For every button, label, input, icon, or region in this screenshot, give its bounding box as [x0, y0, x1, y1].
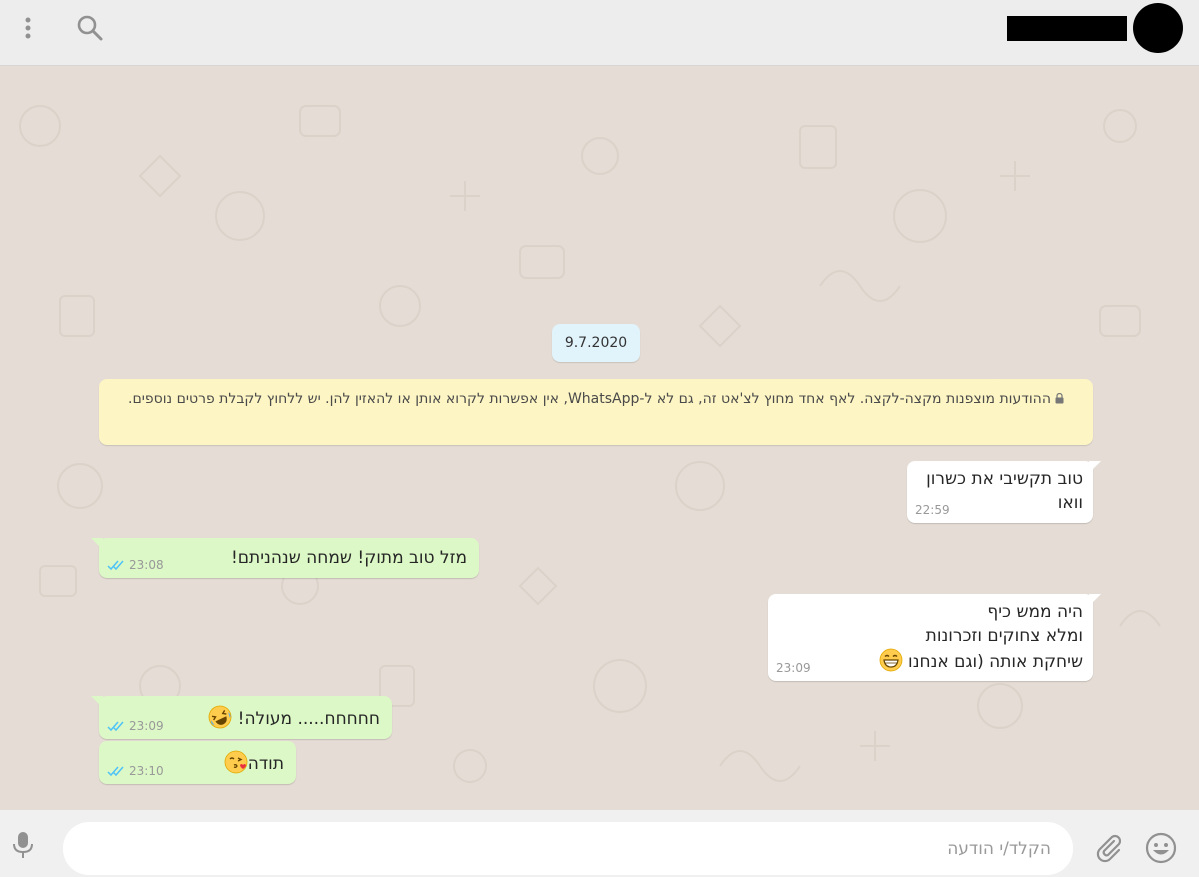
date-chip: 9.7.2020	[552, 324, 640, 362]
paperclip-icon	[1096, 834, 1122, 863]
smiley-icon	[1145, 832, 1177, 864]
double-check-icon	[107, 560, 124, 570]
message-incoming[interactable]: טוב תקשיבי את כשרון וואו 22:59	[907, 461, 1101, 523]
grinning-face-emoji	[879, 648, 903, 672]
message-outgoing[interactable]: חחחחח..... מעולה! 23:09	[91, 696, 392, 739]
message-text-body: תודה	[247, 754, 284, 774]
bubble-tail	[1089, 594, 1101, 606]
message-input[interactable]	[63, 822, 1073, 875]
menu-button[interactable]	[14, 12, 42, 44]
message-time: 23:08	[129, 558, 164, 572]
rolling-laughing-emoji	[208, 705, 232, 729]
message-time: 22:59	[915, 503, 950, 517]
message-meta: 22:59	[915, 503, 950, 517]
message-text-body: היה ממש כיף ומלא צחוקים וזכרונות שיחקת א…	[908, 602, 1083, 672]
emoji-button[interactable]	[1144, 831, 1178, 865]
message-text-body: חחחחח..... מעולה!	[232, 709, 380, 729]
bubble-tail	[91, 696, 103, 708]
chat-panel[interactable]: 9.7.2020 ההודעות מוצפנות מקצה-לקצה. לאף …	[0, 66, 1199, 810]
contact-name-redacted[interactable]	[1007, 16, 1127, 41]
lock-icon	[1055, 393, 1064, 404]
message-incoming[interactable]: היה ממש כיף ומלא צחוקים וזכרונות שיחקת א…	[768, 594, 1101, 681]
chat-header	[0, 0, 1199, 66]
message-meta: 23:09	[776, 661, 811, 675]
message-time: 23:09	[776, 661, 811, 675]
message-outgoing[interactable]: תודה 23:10	[99, 741, 296, 784]
contact-avatar[interactable]	[1133, 3, 1183, 53]
double-check-icon	[107, 721, 124, 731]
voice-message-button[interactable]	[8, 830, 38, 860]
encryption-text: ההודעות מוצפנות מקצה-לקצה. לאף אחד מחוץ …	[128, 391, 1051, 407]
message-text: מזל טוב מתוק! שמחה שנהניתם!	[230, 548, 467, 568]
encryption-notice[interactable]: ההודעות מוצפנות מקצה-לקצה. לאף אחד מחוץ …	[99, 379, 1093, 445]
microphone-icon	[13, 832, 33, 858]
search-button[interactable]	[74, 12, 106, 44]
kissing-heart-emoji	[224, 750, 248, 774]
message-text: היה ממש כיף ומלא צחוקים וזכרונות שיחקת א…	[778, 600, 1083, 674]
message-meta: 23:09	[107, 719, 164, 733]
vertical-dots-icon	[25, 17, 31, 39]
message-meta: 23:10	[107, 764, 164, 778]
attach-button[interactable]	[1093, 832, 1125, 864]
double-check-icon	[107, 766, 124, 776]
compose-bar	[0, 810, 1199, 877]
message-time: 23:10	[129, 764, 164, 778]
message-outgoing[interactable]: מזל טוב מתוק! שמחה שנהניתם! 23:08	[91, 538, 479, 578]
bubble-tail	[1089, 461, 1101, 473]
search-icon	[77, 15, 103, 41]
bubble-tail	[91, 538, 103, 550]
message-meta: 23:08	[107, 558, 164, 572]
message-time: 23:09	[129, 719, 164, 733]
